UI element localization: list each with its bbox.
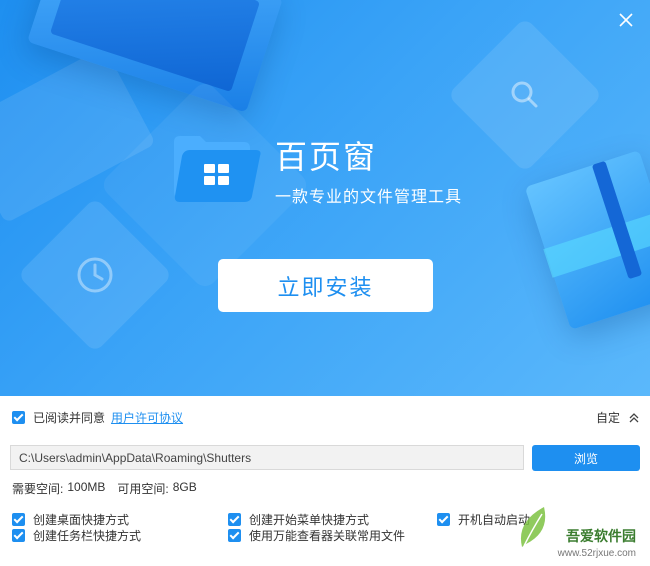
start-menu-shortcut-checkbox[interactable] bbox=[228, 513, 241, 526]
app-subtitle: 一款专业的文件管理工具 bbox=[275, 189, 463, 206]
custom-label: 自定 bbox=[595, 411, 620, 425]
available-space-label: 可用空间: bbox=[117, 482, 169, 496]
watermark-text: 吾爱软件园 bbox=[566, 528, 636, 544]
close-button[interactable] bbox=[616, 10, 636, 30]
option-start-menu-shortcut[interactable]: 创建开始菜单快捷方式 bbox=[228, 511, 369, 528]
app-title: 百页窗 bbox=[275, 139, 378, 175]
diamond-decoration bbox=[447, 17, 603, 173]
option-label: 创建开始菜单快捷方式 bbox=[249, 513, 370, 527]
close-icon bbox=[619, 13, 633, 27]
taskbar-shortcut-checkbox[interactable] bbox=[12, 529, 25, 542]
option-label: 创建桌面快捷方式 bbox=[33, 513, 130, 527]
install-path-input[interactable] bbox=[10, 445, 524, 470]
folder-logo-icon bbox=[172, 134, 262, 204]
settings-panel: 已阅读并同意 用户许可协议 自定 浏览 需要空间: 100MB 可用空间: 8G… bbox=[0, 396, 650, 566]
required-space-label: 需要空间: bbox=[12, 482, 64, 496]
search-icon bbox=[511, 81, 538, 108]
file-association-checkbox[interactable] bbox=[228, 529, 241, 542]
option-label: 创建任务栏快捷方式 bbox=[33, 529, 142, 543]
license-agreement-link[interactable]: 用户许可协议 bbox=[111, 409, 183, 426]
disk-space-info: 需要空间: 100MB 可用空间: 8GB bbox=[12, 480, 197, 497]
auto-start-checkbox[interactable] bbox=[437, 513, 450, 526]
available-space-value: 8GB bbox=[172, 480, 197, 494]
hero-banner: 百页窗 一款专业的文件管理工具 立即安装 bbox=[0, 0, 650, 396]
option-file-association[interactable]: 使用万能查看器关联常用文件 bbox=[228, 527, 405, 544]
install-now-button[interactable]: 立即安装 bbox=[218, 259, 433, 312]
agreement-text: 已阅读并同意 bbox=[33, 411, 106, 425]
watermark: 吾爱软件园 www.52rjxue.com bbox=[514, 502, 644, 562]
browse-button[interactable]: 浏览 bbox=[532, 445, 640, 471]
required-space-value: 100MB bbox=[67, 480, 106, 494]
option-taskbar-shortcut[interactable]: 创建任务栏快捷方式 bbox=[12, 527, 141, 544]
chevron-up-icon bbox=[629, 412, 639, 422]
custom-install-toggle[interactable]: 自定 bbox=[596, 409, 640, 426]
leaf-logo-icon bbox=[520, 507, 546, 547]
clock-icon bbox=[77, 257, 113, 293]
option-label: 使用万能查看器关联常用文件 bbox=[249, 529, 406, 543]
desktop-shortcut-checkbox[interactable] bbox=[12, 513, 25, 526]
agreement-checkbox[interactable] bbox=[12, 411, 25, 424]
option-desktop-shortcut[interactable]: 创建桌面快捷方式 bbox=[12, 511, 129, 528]
watermark-url: www.52rjxue.com bbox=[557, 548, 636, 559]
agreement-row: 已阅读并同意 用户许可协议 bbox=[12, 409, 183, 426]
